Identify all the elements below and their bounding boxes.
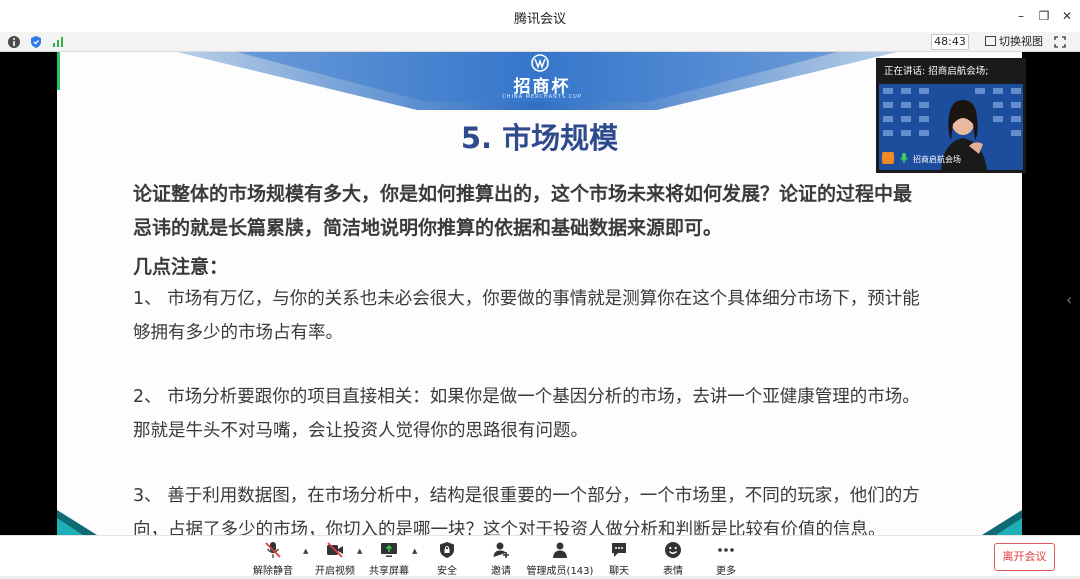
mic-active-icon — [900, 153, 908, 164]
share-screen-icon — [381, 543, 397, 557]
point-2-line-2: 那就是牛头不对马嘴，会让投资人觉得你的思路很有问题。 — [133, 421, 588, 441]
meeting-toolbar: 解除静音 ▲ 开启视频 ▲ 共享屏幕 ▲ 安全 邀请 管理成员(143) 聊天 … — [0, 535, 1080, 579]
point-1-line-1: 1、 市场有万亿，与你的关系也未必会很大，你要做的事情就是测算你在这个具体细分市… — [133, 289, 920, 309]
switch-view-label: 切换视图 — [999, 35, 1043, 48]
notes-heading: 几点注意： — [133, 256, 229, 278]
more-label: 更多 — [716, 566, 736, 577]
chat-icon — [612, 543, 626, 557]
point-2-line-1: 2、 市场分析要跟你的项目直接相关：如果你是做一个基因分析的市场，去讲一个亚健康… — [133, 387, 920, 407]
members-icon — [553, 542, 567, 558]
active-speaker-bar — [57, 52, 60, 90]
cup-logo-subtitle: CHINA MERCHANTS CUP — [502, 94, 582, 100]
leave-meeting-button[interactable]: 离开会议 — [994, 543, 1055, 571]
title-bar: 腾讯会议 – ❐ ✕ — [0, 0, 1080, 32]
speaker-name: 招商启航会场 — [913, 155, 961, 164]
point-1-line-2: 够拥有多少的市场占有率。 — [133, 323, 343, 343]
status-bar: 48:43 切换视图 — [0, 32, 1080, 52]
camera-off-icon — [327, 542, 343, 558]
speaking-indicator: 正在讲话: 招商启航会场; — [884, 66, 989, 77]
fullscreen-icon[interactable] — [1053, 35, 1067, 49]
slide-corner-decoration-left — [57, 510, 97, 535]
more-button[interactable]: 更多 — [696, 539, 756, 577]
intro-line-2: 忌讳的就是长篇累牍，简洁地说明你推算的依据和基础数据来源即可。 — [133, 217, 723, 239]
point-3-line-1: 3、 善于利用数据图，在市场分析中，结构是很重要的一个部分，一个市场里，不同的玩… — [133, 486, 920, 506]
close-button[interactable]: ✕ — [1056, 6, 1078, 26]
intro-line-1: 论证整体的市场规模有多大，你是如何推算出的，这个市场未来将如何发展？论证的过程中… — [133, 183, 913, 205]
signal-strength-icon[interactable] — [51, 35, 65, 49]
meeting-timer: 48:43 — [931, 34, 969, 50]
slide-corner-decoration-right — [982, 510, 1022, 535]
chevron-right-icon[interactable]: ‹ — [1066, 290, 1072, 309]
mic-muted-icon — [265, 542, 281, 558]
emoji-icon — [665, 542, 681, 558]
shield-icon — [440, 542, 454, 558]
participant-avatar-icon — [882, 152, 894, 164]
restore-button[interactable]: ❐ — [1033, 6, 1055, 26]
switch-view-button[interactable]: 切换视图 — [985, 34, 1043, 50]
grid-view-icon — [985, 36, 996, 46]
more-icon — [718, 548, 734, 552]
speaker-video-tile[interactable]: 正在讲话: 招商启航会场; 招商启航会场 — [876, 58, 1026, 173]
invite-icon — [493, 542, 509, 558]
security-shield-icon[interactable] — [29, 35, 43, 49]
window-title: 腾讯会议 — [513, 12, 566, 27]
shared-screen-stage: 招商杯 CHINA MERCHANTS CUP 5. 市场规模 论证整体的市场规… — [0, 52, 1080, 535]
cup-logo-icon — [531, 54, 549, 72]
unmute-button[interactable]: 解除静音 — [243, 539, 303, 577]
info-icon[interactable] — [7, 35, 21, 49]
point-3-line-2: 向，占据了多少的市场，你切入的是哪一块？这个对于投资人做分析和判断是比较有价值的… — [133, 520, 886, 535]
minimize-button[interactable]: – — [1010, 6, 1032, 26]
